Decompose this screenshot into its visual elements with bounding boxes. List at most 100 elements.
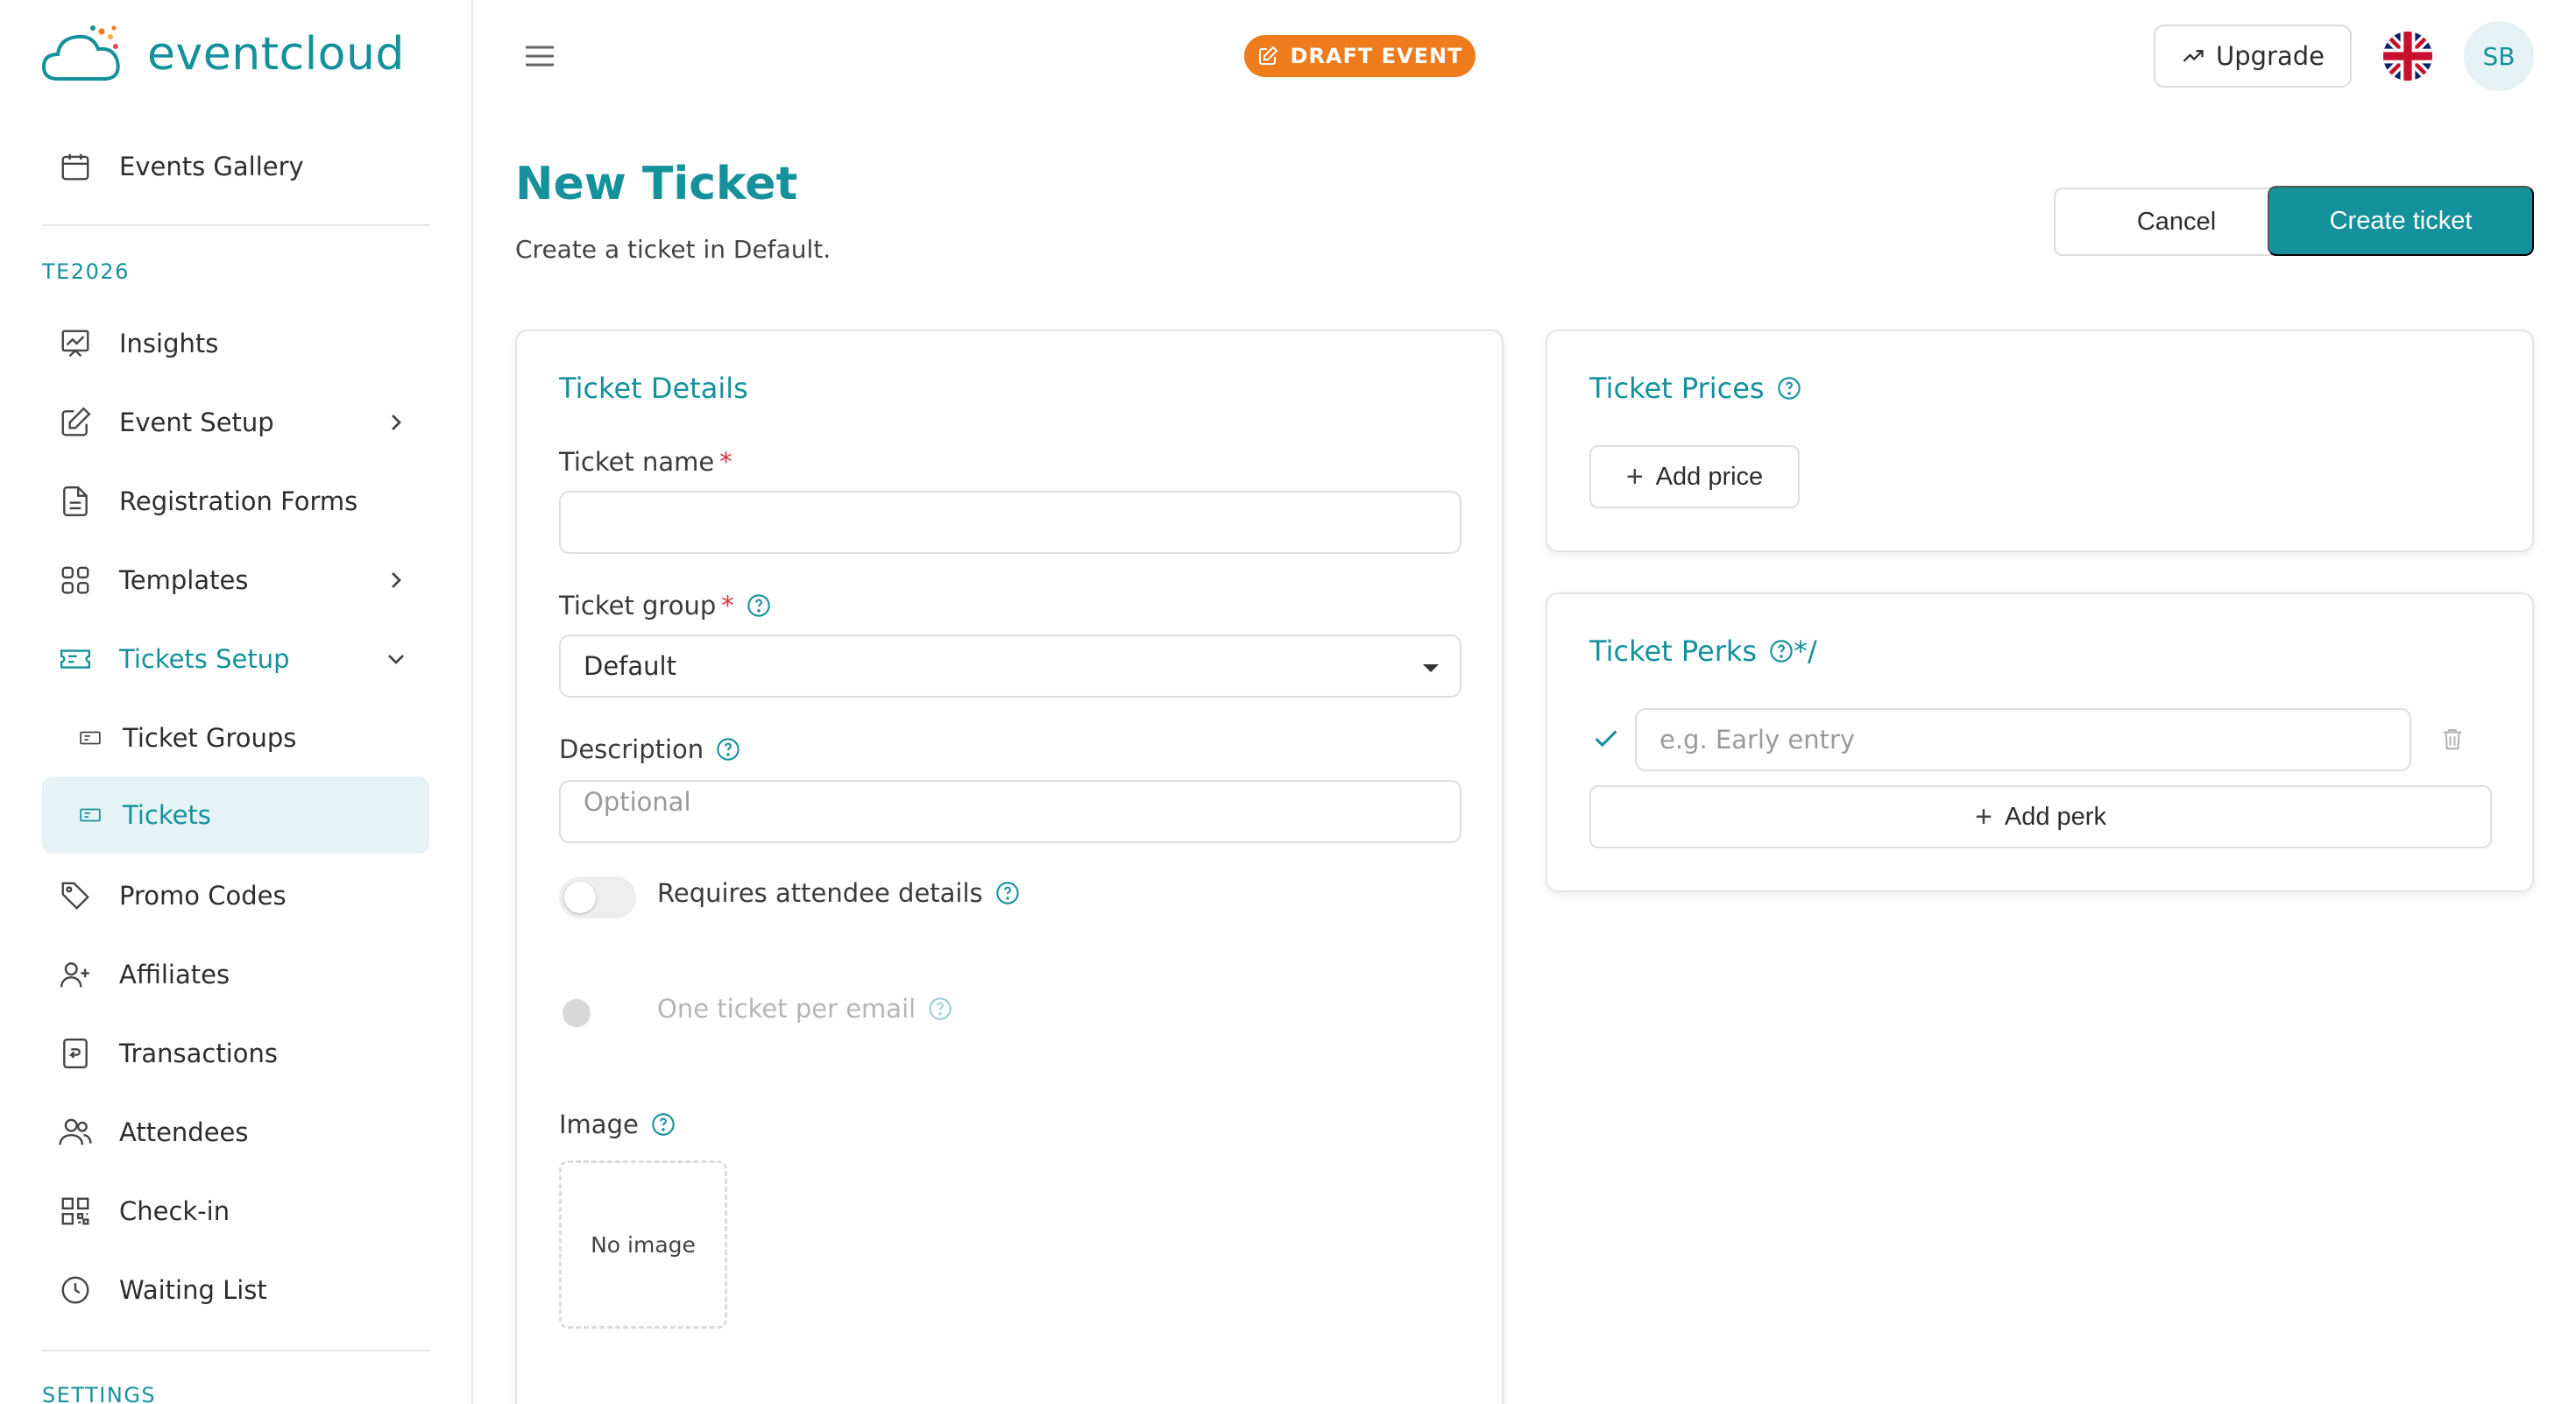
grid-icon — [58, 563, 93, 598]
sidebar-item-tickets-setup[interactable]: Tickets Setup — [42, 620, 429, 698]
image-label: Image — [559, 1110, 676, 1139]
upgrade-label: Upgrade — [2216, 41, 2325, 71]
sidebar-item-label: Waiting List — [119, 1275, 267, 1305]
requires-attendee-details-label: Requires attendee details — [657, 878, 1020, 908]
ticket-group-label: Ticket group * — [559, 591, 771, 620]
sidebar-item-label: Event Setup — [119, 408, 274, 437]
hamburger-menu-icon[interactable] — [524, 44, 556, 68]
sidebar-item-tickets[interactable]: Tickets — [42, 776, 429, 854]
help-circle-icon[interactable] — [747, 593, 771, 618]
help-circle-icon[interactable] — [928, 996, 952, 1021]
ticket-name-label: Ticket name * — [559, 447, 732, 477]
sidebar-divider — [42, 224, 429, 226]
help-circle-icon[interactable] — [1777, 376, 1801, 401]
help-circle-icon[interactable] — [651, 1112, 676, 1137]
sidebar-item-label: Tickets — [123, 800, 211, 830]
receipt-icon — [58, 1036, 93, 1071]
sidebar-item-attendees[interactable]: Attendees — [42, 1094, 429, 1171]
sidebar-item-insights[interactable]: Insights — [42, 305, 429, 382]
chart-board-icon — [58, 326, 93, 361]
avatar[interactable]: SB — [2464, 21, 2534, 91]
one-ticket-per-email-label: One ticket per email — [657, 994, 952, 1024]
plus-icon: + — [1975, 799, 1992, 833]
caret-down-icon — [1423, 664, 1439, 672]
user-plus-icon — [58, 957, 93, 992]
ticket-group-select[interactable]: Default — [559, 635, 1461, 698]
upgrade-button[interactable]: Upgrade — [2154, 25, 2352, 88]
requires-attendee-details-toggle[interactable] — [559, 876, 636, 918]
brand-name: eventcloud — [147, 28, 405, 81]
cloud-logo-icon — [41, 25, 120, 81]
sidebar-item-ticket-groups[interactable]: Ticket Groups — [42, 699, 429, 776]
ticket-small-icon — [77, 798, 103, 833]
tag-icon — [58, 878, 93, 913]
users-icon — [58, 1115, 93, 1150]
help-circle-icon[interactable] — [1769, 639, 1794, 663]
sidebar-item-check-in[interactable]: Check-in — [42, 1173, 429, 1250]
sidebar-item-templates[interactable]: Templates — [42, 542, 429, 619]
check-icon — [1595, 730, 1617, 748]
description-label-text: Description — [559, 734, 704, 764]
sidebar-item-label: Promo Codes — [119, 881, 287, 911]
draft-badge-label: DRAFT EVENT — [1290, 44, 1463, 68]
sidebar-item-affiliates[interactable]: Affiliates — [42, 936, 429, 1013]
sidebar-item-registration-forms[interactable]: Registration Forms — [42, 463, 429, 540]
sidebar-item-label: Registration Forms — [119, 486, 358, 516]
sidebar: eventcloud Events Gallery TE2026 Insight… — [0, 0, 473, 1404]
sidebar-item-label: Tickets Setup — [119, 644, 290, 674]
description-textarea[interactable]: Optional — [559, 780, 1461, 843]
sidebar-item-waiting-list[interactable]: Waiting List — [42, 1252, 429, 1329]
card-title: Ticket Perks */ — [1589, 635, 1817, 668]
plus-icon: + — [1625, 459, 1644, 493]
sidebar-item-label: Affiliates — [119, 960, 230, 989]
qr-code-icon — [58, 1194, 93, 1229]
ticket-group-value: Default — [584, 651, 676, 681]
ticket-prices-card: Ticket Prices + Add price — [1546, 330, 2534, 552]
help-circle-icon[interactable] — [995, 881, 1020, 905]
sidebar-item-label: Events Gallery — [119, 152, 304, 181]
description-label: Description — [559, 734, 740, 764]
ticket-name-label-text: Ticket name — [559, 447, 715, 477]
sidebar-item-label: Attendees — [119, 1117, 249, 1147]
one-ticket-per-email-toggle[interactable] — [559, 992, 636, 1034]
sidebar-item-events-gallery[interactable]: Events Gallery — [42, 128, 429, 205]
sidebar-divider — [42, 1350, 429, 1351]
section-label-event: TE2026 — [42, 259, 130, 284]
section-label-settings: SETTINGS — [42, 1383, 157, 1404]
page-title: New Ticket — [515, 158, 798, 210]
toggle-knob — [564, 882, 596, 913]
logo[interactable]: eventcloud — [40, 23, 405, 86]
chevron-right-icon — [392, 572, 401, 588]
uk-flag-icon[interactable] — [2383, 32, 2432, 81]
ticket-group-label-text: Ticket group — [559, 591, 717, 620]
add-price-label: Add price — [1655, 462, 1764, 491]
ticket-small-icon — [77, 720, 103, 755]
cancel-button[interactable]: Cancel — [2054, 188, 2299, 256]
email-toggle-text: One ticket per email — [657, 994, 916, 1024]
sidebar-item-label: Insights — [119, 329, 219, 358]
ticket-icon — [58, 642, 93, 677]
create-ticket-button[interactable]: Create ticket — [2268, 186, 2534, 256]
sidebar-item-label: Transactions — [119, 1039, 279, 1068]
required-mark: * — [721, 591, 734, 620]
ticket-name-input[interactable] — [559, 491, 1461, 554]
app-root: eventcloud Events Gallery TE2026 Insight… — [0, 0, 2576, 1404]
add-perk-button[interactable]: + Add perk — [1589, 785, 2492, 848]
clock-icon — [58, 1273, 93, 1308]
sidebar-item-transactions[interactable]: Transactions — [42, 1015, 429, 1092]
help-circle-icon[interactable] — [716, 737, 740, 762]
perk-input[interactable]: e.g. Early entry — [1635, 708, 2411, 771]
add-perk-label: Add perk — [2004, 802, 2106, 831]
sidebar-item-label: Ticket Groups — [123, 723, 297, 753]
sidebar-item-event-setup[interactable]: Event Setup — [42, 384, 429, 461]
edit-icon — [1258, 46, 1277, 65]
chevron-right-icon — [392, 415, 401, 430]
ticket-prices-title: Ticket Prices — [1589, 372, 1765, 405]
required-mark: * — [719, 447, 732, 477]
sidebar-item-promo-codes[interactable]: Promo Codes — [42, 857, 429, 934]
ticket-perks-title: Ticket Perks — [1589, 635, 1758, 668]
image-upload-box[interactable]: No image — [559, 1160, 727, 1329]
ticket-details-title: Ticket Details — [559, 372, 748, 405]
add-price-button[interactable]: + Add price — [1589, 445, 1800, 508]
trash-icon[interactable] — [2439, 726, 2466, 752]
